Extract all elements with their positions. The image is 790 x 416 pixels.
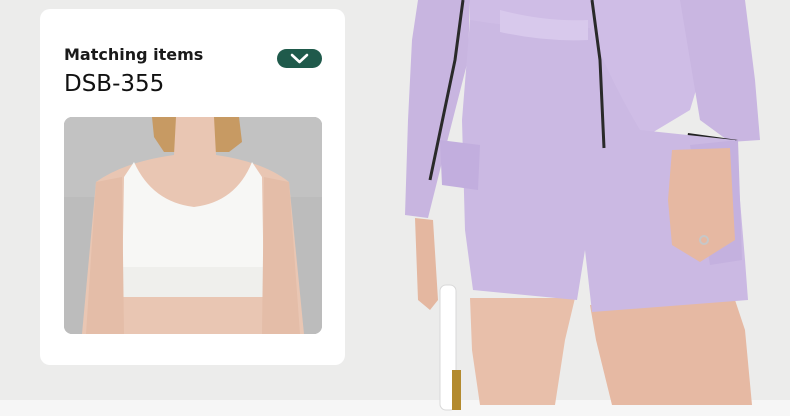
bra-band	[122, 267, 264, 297]
product-image[interactable]	[64, 117, 322, 334]
expand-toggle-button[interactable]	[277, 49, 322, 68]
product-code: DSB-355	[64, 71, 165, 97]
racket-frame	[452, 370, 461, 410]
matching-items-card: Matching items DSB-355	[40, 9, 345, 365]
right-leg	[590, 300, 752, 405]
chevron-down-icon	[290, 53, 309, 64]
cargo-pocket	[440, 140, 480, 190]
card-label: Matching items	[64, 45, 204, 64]
right-hand	[668, 148, 735, 262]
